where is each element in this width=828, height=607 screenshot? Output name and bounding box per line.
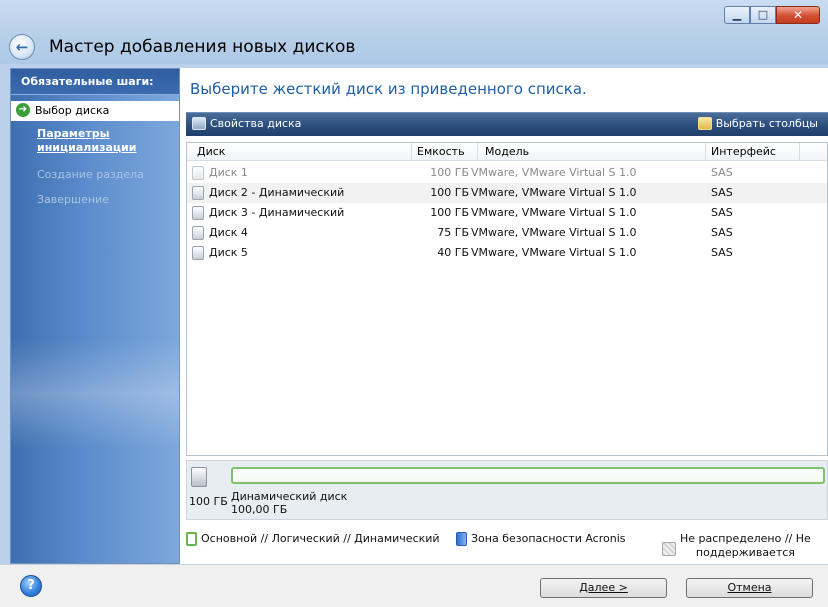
cell-model: VMware, VMware Virtual S 1.0 — [471, 226, 637, 239]
sidebar-item-init-params[interactable]: Параметры инициализации — [37, 127, 167, 155]
disk-properties-button[interactable]: Свойства диска — [192, 117, 301, 130]
disk-toolbar: Свойства диска Выбрать столбцы — [186, 112, 828, 136]
maximize-button[interactable]: □ — [750, 6, 776, 24]
unallocated-swatch-icon — [662, 542, 676, 556]
cell-disk: Диск 5 — [209, 246, 248, 259]
close-icon: ✕ — [792, 8, 804, 22]
column-divider[interactable] — [411, 143, 412, 161]
partition-legend: Основной // Логический // Динамический З… — [186, 530, 828, 564]
disk-icon — [191, 467, 207, 487]
table-row[interactable]: Диск 2 - Динамический 100 ГБ VMware, VMw… — [187, 183, 827, 203]
main-panel: Выберите жесткий диск из приведенного сп… — [180, 68, 828, 564]
cell-interface: SAS — [711, 226, 733, 239]
sidebar-heading-label: Обязательные шаги: — [21, 75, 154, 88]
instruction-text: Выберите жесткий диск из приведенного сп… — [190, 80, 587, 98]
column-header-interface[interactable]: Интерфейс — [711, 145, 776, 158]
primary-swatch-icon — [186, 532, 197, 546]
cell-capacity: 100 ГБ — [430, 166, 469, 179]
choose-columns-button[interactable]: Выбрать столбцы — [697, 117, 818, 130]
column-header-capacity[interactable]: Емкость — [417, 145, 465, 158]
partition-size-label: 100,00 ГБ — [231, 503, 288, 516]
cell-disk: Диск 4 — [209, 226, 248, 239]
table-row[interactable]: Диск 5 40 ГБ VMware, VMware Virtual S 1.… — [187, 243, 827, 263]
next-button-label: Далее > — [579, 581, 628, 594]
window-controls: ▁ □ ✕ — [724, 6, 820, 24]
cell-capacity: 100 ГБ — [430, 186, 469, 199]
close-button[interactable]: ✕ — [776, 6, 820, 24]
wizard-steps-sidebar: Обязательные шаги: ➔ Выбор диска Парамет… — [10, 68, 180, 564]
legend-label: Зона безопасности Acronis — [471, 532, 626, 545]
partition-type-label: Динамический диск — [231, 490, 348, 503]
back-arrow-icon: ← — [15, 38, 29, 56]
cell-model: VMware, VMware Virtual S 1.0 — [471, 186, 637, 199]
legend-item-unallocated: Не распределено // Не поддерживается — [662, 532, 811, 560]
column-divider[interactable] — [477, 143, 478, 161]
sidebar-heading: Обязательные шаги: — [11, 69, 179, 95]
sidebar-decoration — [11, 339, 179, 449]
cell-capacity: 100 ГБ — [430, 206, 469, 219]
legend-label: Не распределено // Не поддерживается — [680, 532, 811, 560]
minimize-button[interactable]: ▁ — [724, 6, 750, 24]
cell-disk: Диск 3 - Динамический — [209, 206, 345, 219]
disk-layout-bar: 100 ГБ Динамический диск 100,00 ГБ — [186, 460, 828, 520]
disk-properties-label: Свойства диска — [210, 117, 302, 130]
minimize-icon: ▁ — [732, 8, 742, 21]
table-header: Диск Емкость Модель Интерфейс — [187, 143, 827, 161]
window-title: Мастер добавления новых дисков — [49, 37, 356, 57]
disk-properties-icon — [192, 117, 206, 130]
cell-disk: Диск 2 - Динамический — [209, 186, 345, 199]
help-icon[interactable]: ? — [20, 575, 42, 597]
current-step-arrow-icon: ➔ — [16, 103, 30, 117]
column-header-disk[interactable]: Диск — [197, 145, 225, 158]
cell-model: VMware, VMware Virtual S 1.0 — [471, 206, 637, 219]
disk-icon — [192, 226, 204, 240]
cancel-button-label: Отмена — [727, 581, 772, 594]
column-divider[interactable] — [799, 143, 800, 161]
cell-interface: SAS — [711, 186, 733, 199]
cell-model: VMware, VMware Virtual S 1.0 — [471, 246, 637, 259]
disk-icon — [192, 246, 204, 260]
partition-bar[interactable] — [231, 467, 825, 484]
choose-columns-label: Выбрать столбцы — [715, 117, 818, 130]
legend-item-acronis: Зона безопасности Acronis — [456, 532, 626, 546]
disk-icon — [192, 166, 204, 180]
cell-interface: SAS — [711, 246, 733, 259]
cell-interface: SAS — [711, 206, 733, 219]
acronis-swatch-icon — [456, 532, 467, 546]
cell-capacity: 75 ГБ — [437, 226, 469, 239]
next-button[interactable]: Далее > — [540, 578, 667, 598]
cell-model: VMware, VMware Virtual S 1.0 — [471, 166, 637, 179]
legend-label-line1: Не распределено // Не — [680, 532, 811, 545]
legend-item-primary: Основной // Логический // Динамический — [186, 532, 440, 546]
maximize-icon: □ — [757, 8, 769, 21]
title-bar: ▁ □ ✕ ← Мастер добавления новых дисков — [0, 0, 828, 64]
back-button[interactable]: ← — [9, 34, 35, 60]
footer-bar: ? Далее > Отмена — [0, 564, 828, 607]
disk-table: Диск Емкость Модель Интерфейс Диск 1 100… — [186, 142, 828, 456]
column-header-model[interactable]: Модель — [485, 145, 529, 158]
sidebar-item-disk-selection[interactable]: ➔ Выбор диска — [11, 101, 179, 121]
cancel-button[interactable]: Отмена — [686, 578, 813, 598]
disk-icon — [192, 186, 204, 200]
disk-size-label: 100 ГБ — [189, 495, 228, 508]
columns-icon — [697, 117, 712, 130]
cell-capacity: 40 ГБ — [437, 246, 469, 259]
legend-label-line2: поддерживается — [695, 546, 795, 559]
disk-icon — [192, 206, 204, 220]
table-row[interactable]: Диск 3 - Динамический 100 ГБ VMware, VMw… — [187, 203, 827, 223]
table-row: Диск 1 100 ГБ VMware, VMware Virtual S 1… — [187, 163, 827, 183]
column-divider[interactable] — [705, 143, 706, 161]
sidebar-item-label: Выбор диска — [35, 104, 110, 117]
legend-label: Основной // Логический // Динамический — [201, 532, 440, 545]
table-row[interactable]: Диск 4 75 ГБ VMware, VMware Virtual S 1.… — [187, 223, 827, 243]
cell-disk: Диск 1 — [209, 166, 248, 179]
cell-interface: SAS — [711, 166, 733, 179]
